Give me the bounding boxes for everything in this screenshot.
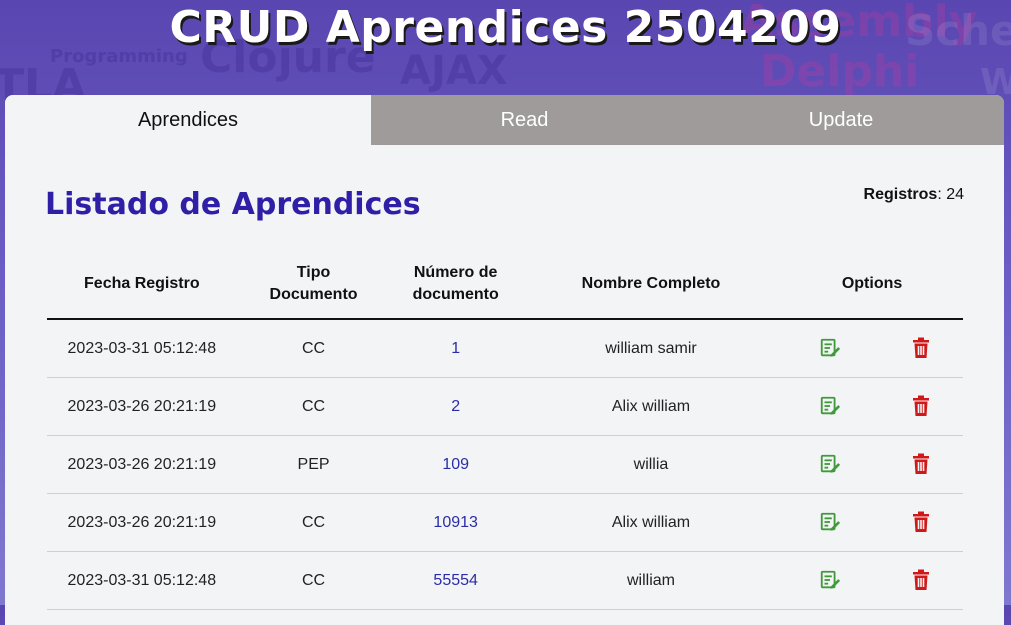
table-row: 2023-03-26 20:21:19 PEP 109 willia <box>47 435 963 494</box>
header-nombre: Nombre Completo <box>520 250 782 320</box>
cell-edit <box>781 493 879 552</box>
cell-delete <box>878 493 963 552</box>
cell-delete <box>878 435 963 494</box>
tab-read[interactable]: Read <box>371 95 678 145</box>
cell-edit <box>781 435 879 494</box>
cell-nombre: william samir <box>520 319 782 378</box>
tab-aprendices[interactable]: Aprendices <box>5 95 371 145</box>
header-tipo-line2: Documento <box>269 286 358 303</box>
edit-icon[interactable] <box>818 337 842 361</box>
cell-numero[interactable]: 2 <box>390 377 521 436</box>
table-row: 2023-03-31 05:12:48 CC 1 william samir <box>47 319 963 378</box>
cell-fecha: 2023-03-26 20:21:19 <box>47 377 237 436</box>
table-row: 2023-03-31 05:12:48 CC 55554 william <box>47 551 963 610</box>
header-tipo-line1: Tipo <box>296 264 331 281</box>
edit-icon[interactable] <box>818 569 842 593</box>
cell-edit <box>781 319 879 378</box>
cell-edit <box>781 551 879 610</box>
section-heading: Listado de Aprendices <box>45 187 421 222</box>
edit-icon[interactable] <box>818 511 842 535</box>
records-count: Registros: 24 <box>863 186 964 203</box>
edit-icon[interactable] <box>818 395 842 419</box>
cell-tipo: PEP <box>236 435 391 494</box>
cell-numero[interactable]: 1 <box>390 319 521 378</box>
trash-icon[interactable] <box>909 395 933 419</box>
cell-delete <box>878 377 963 436</box>
trash-icon[interactable] <box>909 511 933 535</box>
page-title: CRUD Aprendices 2504209 <box>169 2 842 53</box>
cell-nombre: willia <box>520 435 782 494</box>
edit-icon[interactable] <box>818 453 842 477</box>
cell-delete <box>878 319 963 378</box>
cell-tipo: CC <box>236 319 391 378</box>
cell-numero[interactable]: 109 <box>390 435 521 494</box>
records-count-value: 24 <box>946 186 964 203</box>
aprendices-table: Fecha Registro Tipo Documento Número de … <box>47 250 963 610</box>
cell-numero[interactable]: 10913 <box>390 493 521 552</box>
header-tipo: Tipo Documento <box>236 250 391 320</box>
cell-fecha: 2023-03-31 05:12:48 <box>47 551 237 610</box>
header-numero: Número de documento <box>390 250 521 320</box>
cell-tipo: CC <box>236 377 391 436</box>
cell-edit <box>781 377 879 436</box>
table-header-row: Fecha Registro Tipo Documento Número de … <box>47 250 963 320</box>
records-count-label: Registros <box>863 186 938 203</box>
cell-fecha: 2023-03-26 20:21:19 <box>47 493 237 552</box>
tab-update[interactable]: Update <box>678 95 1004 145</box>
cell-tipo: CC <box>236 493 391 552</box>
cell-fecha: 2023-03-26 20:21:19 <box>47 435 237 494</box>
cell-nombre: Alix william <box>520 377 782 436</box>
trash-icon[interactable] <box>909 337 933 361</box>
trash-icon[interactable] <box>909 453 933 477</box>
cell-numero[interactable]: 55554 <box>390 551 521 610</box>
bg-word: AJAX <box>400 48 508 94</box>
cell-nombre: william <box>520 551 782 610</box>
cell-delete <box>878 551 963 610</box>
table-row: 2023-03-26 20:21:19 CC 10913 Alix william <box>47 493 963 552</box>
tab-bar: Aprendices Read Update <box>5 95 1004 145</box>
header-numero-line2: documento <box>412 286 499 303</box>
bg-word: Delphi <box>760 46 920 97</box>
header-numero-line1: Número de <box>413 264 498 281</box>
cell-tipo: CC <box>236 551 391 610</box>
cell-nombre: Alix william <box>520 493 782 552</box>
main-card: Aprendices Read Update Listado de Aprend… <box>5 95 1004 625</box>
cell-fecha: 2023-03-31 05:12:48 <box>47 319 237 378</box>
table-row: 2023-03-26 20:21:19 CC 2 Alix william <box>47 377 963 436</box>
trash-icon[interactable] <box>909 569 933 593</box>
header-fecha: Fecha Registro <box>47 250 237 320</box>
header-options: Options <box>781 250 963 320</box>
